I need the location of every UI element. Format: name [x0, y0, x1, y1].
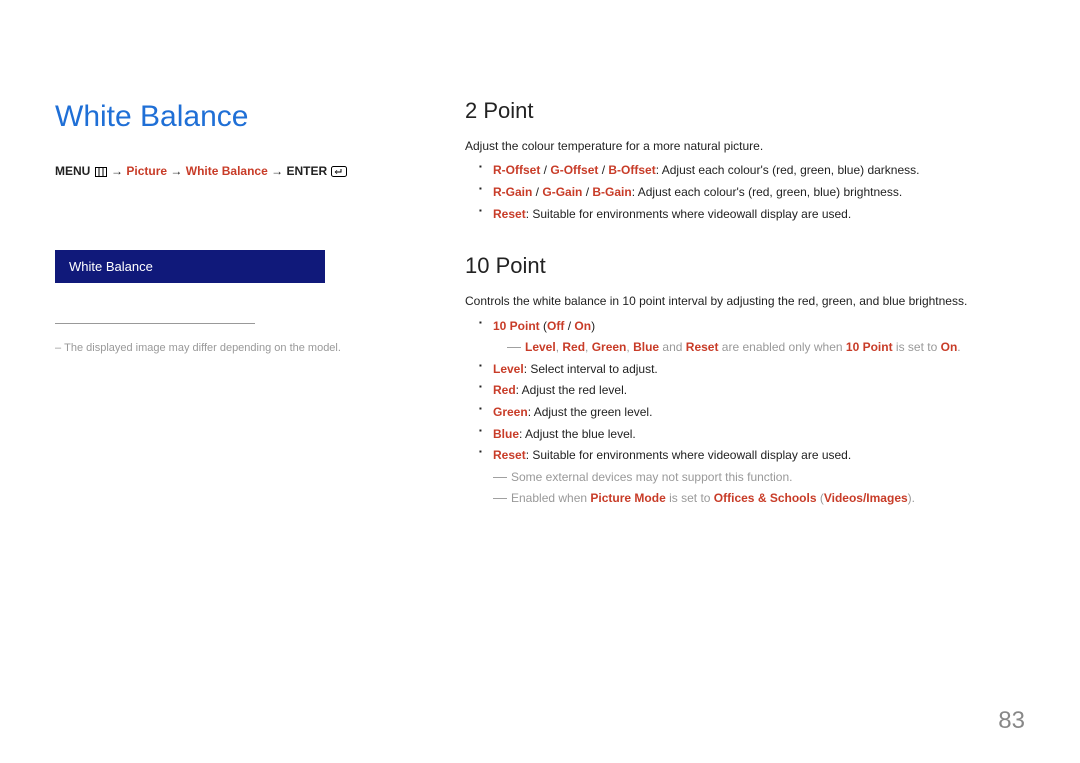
- list-item: R-Gain / G-Gain / B-Gain: Adjust each co…: [493, 182, 1025, 204]
- section-2-point-title: 2 Point: [465, 98, 1025, 124]
- divider-line: [55, 323, 255, 324]
- list-item: Reset: Suitable for environments where v…: [493, 204, 1025, 226]
- list-item: Green: Adjust the green level.: [493, 402, 1025, 424]
- list-item: Red: Adjust the red level.: [493, 380, 1025, 402]
- section-10-point-intro: Controls the white balance in 10 point i…: [465, 291, 1025, 311]
- page-number: 83: [998, 707, 1025, 735]
- list-item: Blue: Adjust the blue level.: [493, 424, 1025, 446]
- menu-grid-icon: [95, 166, 107, 180]
- enter-icon: [331, 166, 347, 180]
- section-10-point-list: 10 Point (Off / On): [465, 316, 1025, 338]
- breadcrumb-enter: ENTER: [286, 164, 327, 178]
- list-item: Level: Select interval to adjust.: [493, 359, 1025, 381]
- list-item: 10 Point (Off / On): [493, 316, 1025, 338]
- sub-note: ―Level, Red, Green, Blue and Reset are e…: [465, 337, 1025, 359]
- dash-icon: ―: [507, 338, 521, 354]
- right-column: 2 Point Adjust the colour temperature fo…: [465, 100, 1025, 510]
- dash-icon: ―: [493, 489, 507, 505]
- menu-preview-box: White Balance: [55, 250, 325, 283]
- section-10-point-list-2: Level: Select interval to adjust. Red: A…: [465, 359, 1025, 467]
- arrow-icon: →: [111, 164, 123, 178]
- page-content: White Balance MENU → Picture → White Bal…: [0, 0, 1080, 510]
- page-title: White Balance: [55, 100, 395, 134]
- list-item: R-Offset / G-Offset / B-Offset: Adjust e…: [493, 160, 1025, 182]
- breadcrumb: MENU → Picture → White Balance → ENTER: [55, 164, 395, 180]
- breadcrumb-menu: MENU: [55, 164, 90, 178]
- footer-note-1: ―Some external devices may not support t…: [465, 467, 1025, 489]
- arrow-icon: →: [271, 164, 283, 178]
- footer-note-2: ―Enabled when Picture Mode is set to Off…: [465, 488, 1025, 510]
- dash-icon: –: [55, 342, 61, 354]
- breadcrumb-white-balance: White Balance: [186, 164, 268, 178]
- model-note: –The displayed image may differ dependin…: [55, 342, 395, 354]
- dash-icon: ―: [493, 468, 507, 484]
- section-10-point-title: 10 Point: [465, 253, 1025, 279]
- section-2-point-intro: Adjust the colour temperature for a more…: [465, 136, 1025, 156]
- left-column: White Balance MENU → Picture → White Bal…: [55, 100, 395, 510]
- list-item: Reset: Suitable for environments where v…: [493, 445, 1025, 467]
- menu-box-label: White Balance: [69, 259, 153, 274]
- arrow-icon: →: [170, 164, 182, 178]
- section-2-point-list: R-Offset / G-Offset / B-Offset: Adjust e…: [465, 160, 1025, 225]
- breadcrumb-picture: Picture: [126, 164, 167, 178]
